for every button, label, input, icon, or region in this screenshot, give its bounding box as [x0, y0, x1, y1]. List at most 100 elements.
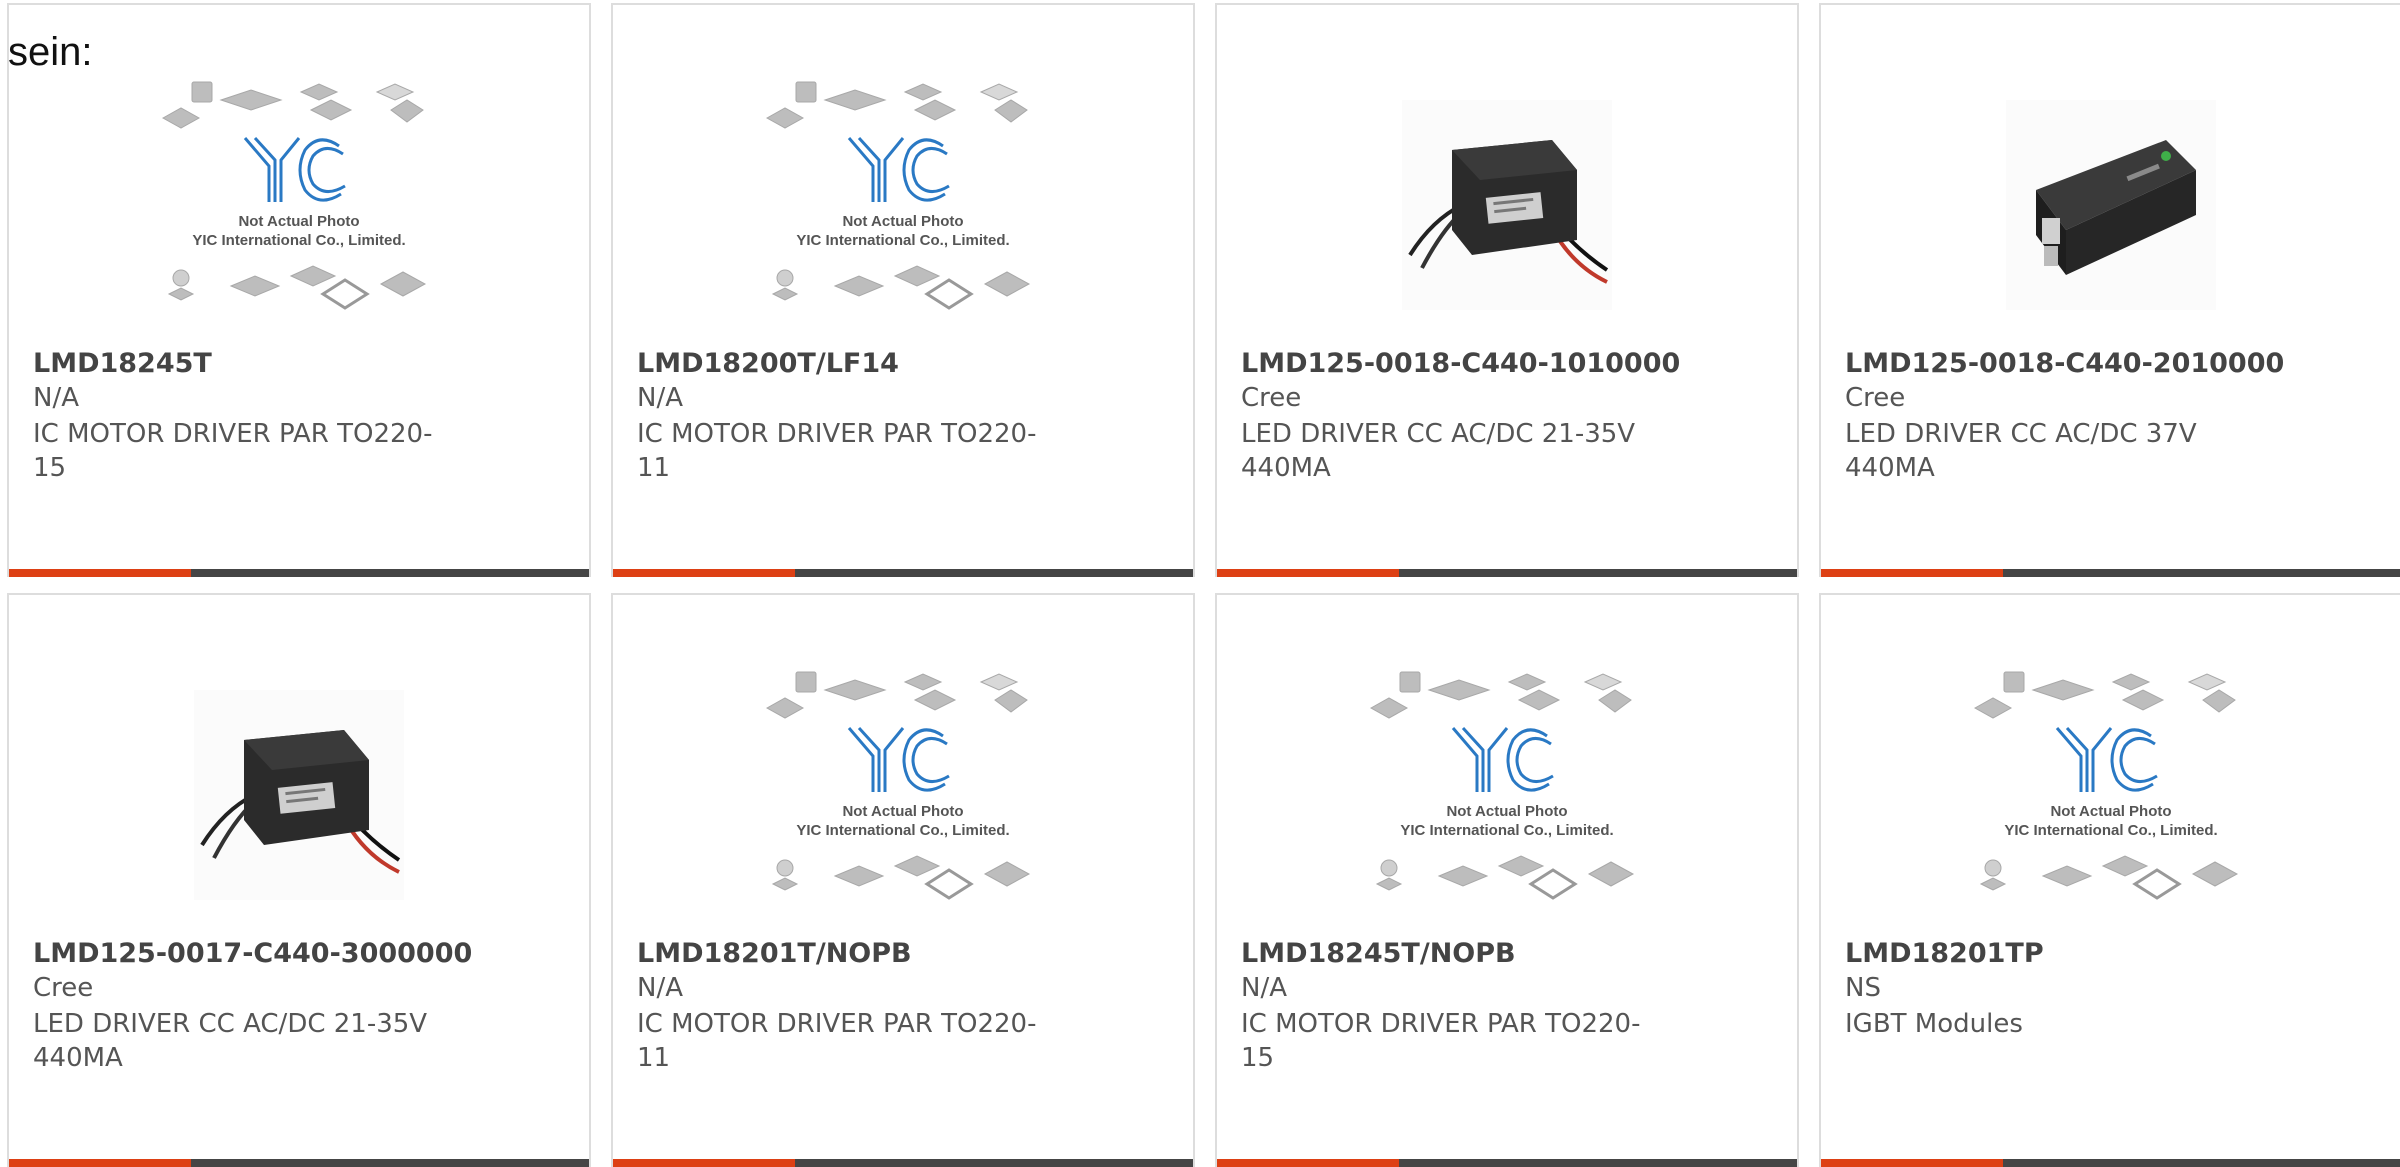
product-card[interactable]: LMD125-0018-C440-1010000 Cree LED DRIVER… [1215, 3, 1799, 577]
description: IC MOTOR DRIVER PAR TO220- 11 [637, 1009, 1037, 1073]
led-driver-photo [1402, 100, 1612, 310]
chip-icon [771, 287, 799, 301]
part-number: LMD125-0017-C440-3000000 [33, 938, 473, 969]
card-footer-bar [1821, 569, 2400, 577]
card-footer-accent [1821, 569, 2003, 577]
card-footer-accent [613, 1159, 795, 1167]
part-number: LMD18245T [33, 348, 212, 379]
chip-icon [776, 269, 794, 287]
part-number: LMD18201TP [1845, 938, 2044, 969]
part-number: LMD125-0018-C440-2010000 [1845, 348, 2285, 379]
yic-logo-icon [847, 136, 950, 202]
card-footer-accent [1217, 569, 1399, 577]
placeholder-line1: Not Actual Photo [238, 213, 359, 230]
chip-icon [1399, 671, 1421, 693]
card-footer-bar [1217, 569, 1797, 577]
chip-icon [1598, 689, 1632, 713]
chip-icon [2202, 689, 2236, 713]
placeholder-image: Not Actual Photo YIC International Co., … [161, 81, 427, 310]
chip-icon [1380, 859, 1398, 877]
card-footer-bar [9, 1159, 589, 1167]
part-number: LMD125-0018-C440-1010000 [1241, 348, 1681, 379]
manufacturer: N/A [1241, 973, 1287, 1003]
product-image [9, 665, 589, 925]
manufacturer: Cree [1241, 383, 1302, 413]
chip-icon [924, 278, 974, 310]
manufacturer: Cree [33, 973, 94, 1003]
description: IGBT Modules [1845, 1009, 2023, 1039]
chip-icon [979, 83, 1019, 101]
manufacturer: Cree [1845, 383, 1906, 413]
chip-icon [2121, 689, 2165, 711]
placeholder-line1: Not Actual Photo [842, 213, 963, 230]
product-card[interactable]: LMD125-0017-C440-3000000 Cree LED DRIVER… [7, 593, 591, 1167]
product-card[interactable]: Not Actual Photo YIC International Co., … [7, 3, 591, 577]
chip-icon [1587, 861, 1635, 887]
chip-icon [823, 89, 887, 111]
product-image: Not Actual Photo YIC International Co., … [613, 75, 1193, 335]
chip-icon [979, 673, 1019, 691]
chip-icon [893, 265, 941, 287]
product-card[interactable]: Not Actual Photo YIC International Co., … [611, 3, 1195, 577]
placeholder-line1: Not Actual Photo [1446, 803, 1567, 820]
placeholder-line1: Not Actual Photo [2050, 803, 2171, 820]
product-image: Not Actual Photo YIC International Co., … [9, 75, 589, 335]
chip-icon [913, 99, 957, 121]
chip-icon [903, 83, 943, 101]
product-image [1217, 75, 1797, 335]
chip-icon [299, 83, 339, 101]
chip-icon [1528, 868, 1578, 900]
description: IC MOTOR DRIVER PAR TO220- 11 [637, 419, 1037, 483]
placeholder-line2: YIC International Co., Limited. [192, 232, 405, 249]
product-image [1821, 75, 2400, 335]
description: IC MOTOR DRIVER PAR TO220- 15 [33, 419, 433, 483]
chip-icon [219, 89, 283, 111]
chip-icon [172, 269, 190, 287]
chip-icon [765, 107, 805, 129]
chip-icon [913, 689, 957, 711]
chip-icon [983, 861, 1031, 887]
chip-icon [924, 868, 974, 900]
chip-icon [161, 107, 201, 129]
chip-icon [1973, 697, 2013, 719]
chip-icon [833, 275, 885, 297]
description: LED DRIVER CC AC/DC 21-35V 440MA [33, 1009, 428, 1073]
description: IC MOTOR DRIVER PAR TO220- 15 [1241, 1009, 1641, 1073]
chip-icon [795, 81, 817, 103]
chip-icon [390, 99, 424, 123]
chip-icon [229, 275, 281, 297]
placeholder-image: Not Actual Photo YIC International Co., … [765, 671, 1031, 900]
led-driver-photo [194, 690, 404, 900]
chip-icon [309, 99, 353, 121]
chip-icon [2132, 868, 2182, 900]
card-footer-bar [9, 569, 589, 577]
product-image: Not Actual Photo YIC International Co., … [613, 665, 1193, 925]
product-card[interactable]: Not Actual Photo YIC International Co., … [1819, 593, 2400, 1167]
placeholder-line2: YIC International Co., Limited. [1400, 822, 1613, 839]
product-card[interactable]: LMD125-0018-C440-2010000 Cree LED DRIVER… [1819, 3, 2400, 577]
chip-icon [2111, 673, 2151, 691]
chip-icon [776, 859, 794, 877]
placeholder-line1: Not Actual Photo [842, 803, 963, 820]
chip-icon [795, 671, 817, 693]
chip-icon [1437, 865, 1489, 887]
card-footer-accent [613, 569, 795, 577]
chip-icon [983, 271, 1031, 297]
chip-icon [2041, 865, 2093, 887]
chip-icon [379, 271, 427, 297]
card-footer-accent [9, 569, 191, 577]
manufacturer: N/A [637, 383, 683, 413]
chip-icon [1497, 855, 1545, 877]
manufacturer: N/A [33, 383, 79, 413]
chip-icon [833, 865, 885, 887]
product-card[interactable]: Not Actual Photo YIC International Co., … [611, 593, 1195, 1167]
manufacturer: N/A [637, 973, 683, 1003]
part-number: LMD18200T/LF14 [637, 348, 899, 379]
card-footer-accent [1821, 1159, 2003, 1167]
chip-icon [1583, 673, 1623, 691]
card-footer-bar [613, 569, 1193, 577]
product-card[interactable]: Not Actual Photo YIC International Co., … [1215, 593, 1799, 1167]
card-footer-bar [613, 1159, 1193, 1167]
chip-icon [771, 877, 799, 891]
product-image: Not Actual Photo YIC International Co., … [1217, 665, 1797, 925]
